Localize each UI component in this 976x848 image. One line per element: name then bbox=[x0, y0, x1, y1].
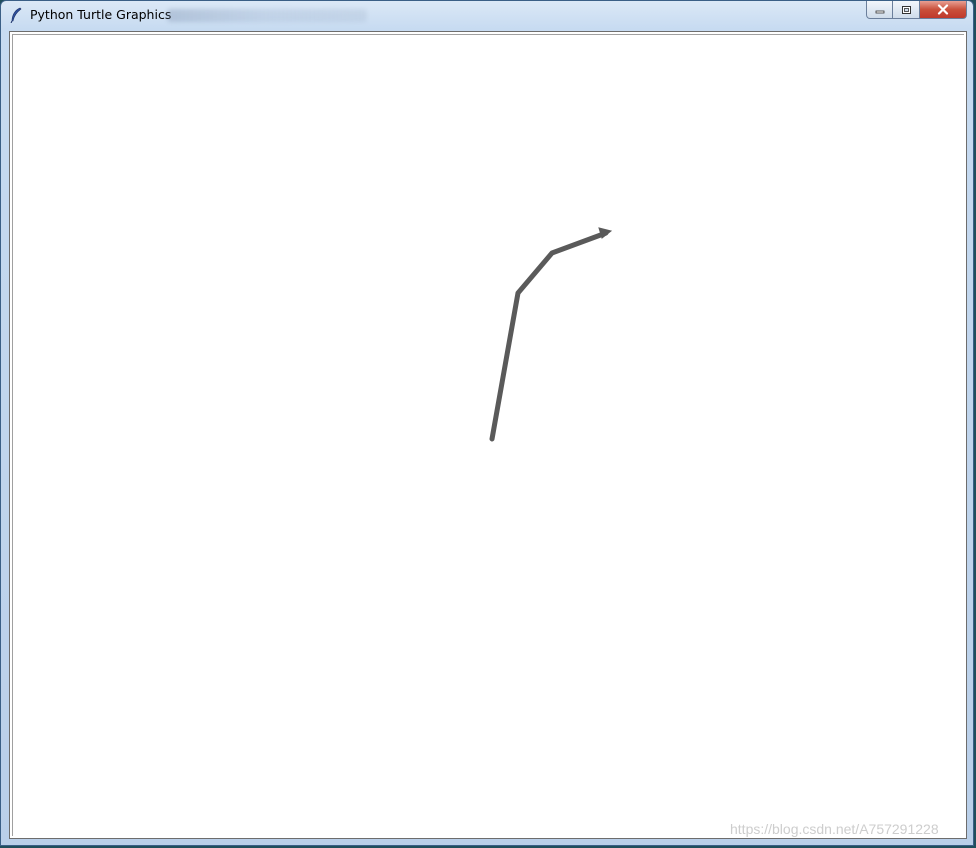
turtle-drawing bbox=[489, 227, 613, 442]
close-button[interactable] bbox=[920, 1, 967, 19]
window-controls bbox=[866, 1, 967, 21]
feather-icon bbox=[10, 7, 22, 23]
maximize-icon bbox=[901, 5, 911, 14]
title-bar[interactable]: Python Turtle Graphics bbox=[1, 1, 973, 30]
turtle-path bbox=[489, 230, 609, 442]
turtle-canvas[interactable] bbox=[12, 34, 964, 836]
maximize-button[interactable] bbox=[893, 1, 920, 19]
minimize-button[interactable] bbox=[866, 1, 893, 19]
window-title: Python Turtle Graphics bbox=[30, 7, 172, 22]
close-icon bbox=[937, 4, 949, 15]
minimize-icon bbox=[875, 10, 884, 13]
watermark: https://blog.csdn.net/A757291228 bbox=[730, 821, 939, 837]
turtle-canvas-frame bbox=[9, 31, 967, 839]
app-window: Python Turtle Graphics bbox=[0, 0, 974, 846]
blurred-title-extra bbox=[167, 9, 367, 22]
